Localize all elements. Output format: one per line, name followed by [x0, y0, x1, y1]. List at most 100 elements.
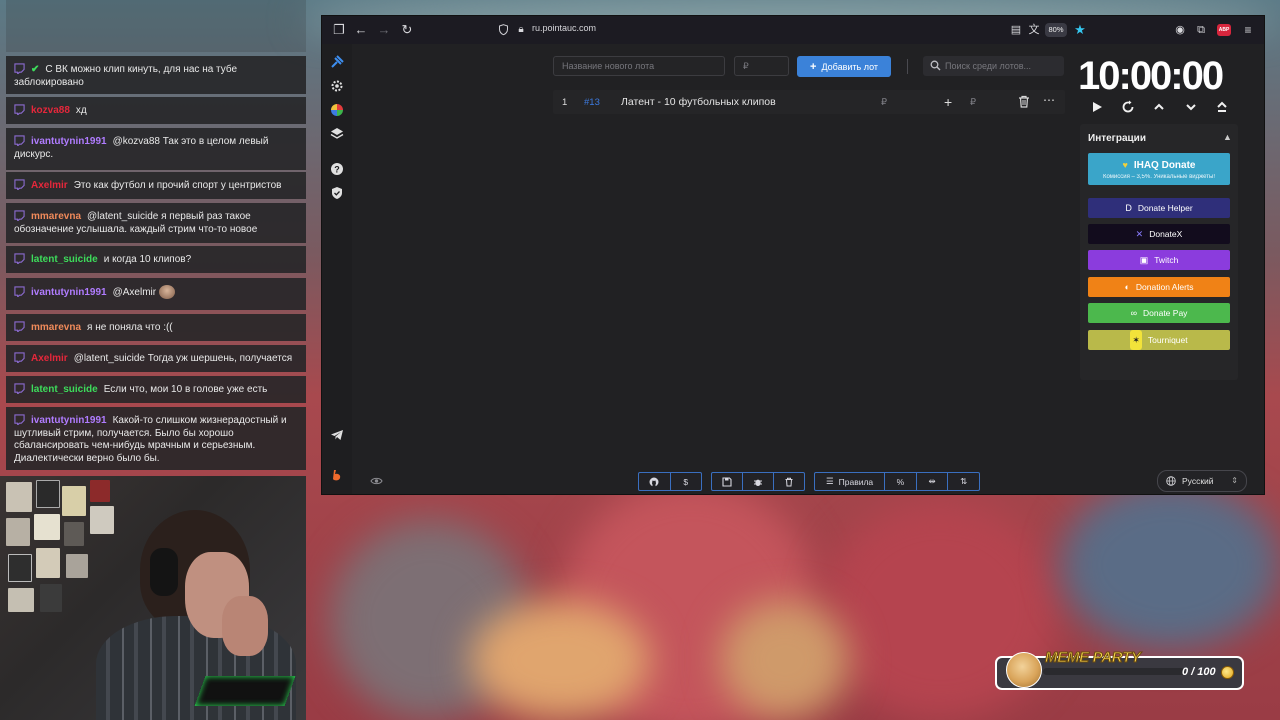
auction-gavel-icon[interactable] [330, 55, 344, 69]
forward-icon[interactable]: → [376, 22, 392, 38]
shield-check-icon[interactable] [330, 186, 344, 200]
lot-row[interactable]: 1 #13 Латент - 10 футбольных клипов ₽ + … [553, 90, 1065, 114]
new-lot-price-input[interactable] [734, 56, 789, 76]
toolbar-divider [907, 59, 908, 74]
wheel-icon[interactable] [330, 103, 344, 117]
chat-message: latent_suicide Если что, мои 10 в голове … [6, 376, 306, 403]
twitch-icon [14, 286, 25, 297]
chat-username[interactable]: kozva88 [31, 105, 70, 116]
meme-party-widget: MEME PARTY 0 / 100 [995, 649, 1244, 690]
reader-view-icon[interactable]: ▤ [1008, 22, 1024, 38]
chat-username[interactable]: Axelmir [31, 353, 68, 364]
search-icon [930, 60, 941, 71]
save-icon[interactable] [712, 473, 743, 490]
help-icon[interactable]: ? [330, 162, 344, 176]
add-amount-icon[interactable]: + [944, 94, 952, 110]
reset-timer-icon[interactable] [1120, 99, 1136, 115]
lot-amount[interactable]: ₽ [881, 97, 887, 108]
back-icon[interactable]: ← [353, 22, 369, 38]
github-icon[interactable] [639, 473, 671, 490]
globe-icon [1166, 476, 1176, 486]
lot-id[interactable]: #13 [584, 97, 600, 108]
chat-username[interactable]: mmarevna [31, 322, 81, 333]
sort-icon[interactable]: ⇅ [948, 473, 979, 490]
donate-helper-button[interactable]: D Donate Helper [1088, 198, 1230, 218]
play-icon[interactable] [1089, 99, 1105, 115]
lot-position: 1 [562, 97, 568, 108]
chat-text: и когда 10 клипов? [103, 254, 192, 265]
donation-alerts-button[interactable]: ◐ Donation Alerts [1088, 277, 1230, 297]
extensions-puzzle-icon[interactable]: ⧉ [1193, 22, 1209, 38]
lot-add-amount-input[interactable]: ₽ [970, 97, 976, 108]
new-lot-name-input[interactable] [553, 56, 725, 76]
lot-search-field[interactable] [923, 56, 1064, 76]
chevron-up-icon[interactable] [1151, 99, 1167, 115]
lot-name[interactable]: Латент - 10 футбольных клипов [621, 96, 776, 108]
bookmark-star-icon[interactable]: ★ [1072, 22, 1088, 38]
shield-icon[interactable] [498, 21, 514, 39]
reload-icon[interactable]: ↻ [399, 22, 415, 38]
layers-icon[interactable] [330, 127, 344, 141]
chat-user-badge: ✔ [31, 64, 40, 75]
telegram-icon[interactable] [330, 428, 344, 442]
lot-search-input[interactable] [945, 56, 1059, 76]
browser-toolbar: ❐ ← → ↻ 🔒︎ ru.pointauc.com ▤ 文 80% ★ ◉ ⧉… [322, 16, 1264, 44]
bug-report-icon[interactable] [743, 473, 774, 490]
delete-lot-icon[interactable] [1018, 95, 1030, 108]
twitch-icon [14, 414, 25, 425]
percent-icon[interactable]: % [885, 473, 917, 490]
chat-username[interactable]: ivantutynin1991 [31, 287, 107, 298]
chat-username[interactable]: Axelmir [31, 180, 68, 191]
links-group: $ [638, 472, 702, 491]
chat-text: С ВК можно клип кинуть, для нас на тубе … [14, 64, 238, 88]
donatex-button[interactable]: ✕ DonateX [1088, 224, 1230, 244]
browser-window: ❐ ← → ↻ 🔒︎ ru.pointauc.com ▤ 文 80% ★ ◉ ⧉… [322, 16, 1264, 494]
meme-party-title: MEME PARTY [1045, 649, 1142, 667]
chat-message: ivantutynin1991 @kozva88 Так это в целом … [6, 128, 306, 170]
split-icon[interactable]: ⇹ [917, 473, 949, 490]
add-lot-button[interactable]: + Добавить лот [797, 56, 891, 77]
donate-dollar-icon[interactable]: $ [671, 473, 702, 490]
double-chevron-up-icon[interactable] [1214, 99, 1230, 115]
language-select[interactable]: Русский ⇕ [1157, 470, 1247, 492]
donate-pay-icon: ∞ [1130, 308, 1137, 318]
settings-gear-icon[interactable] [330, 79, 344, 93]
adblock-icon[interactable]: ABP [1217, 24, 1231, 36]
chat-text: я не поняла что :(( [87, 322, 173, 333]
chat-username[interactable]: ivantutynin1991 [31, 136, 107, 147]
address-bar[interactable]: ru.pointauc.com [532, 23, 596, 33]
donate-pay-button[interactable]: ∞ Donate Pay [1088, 303, 1230, 323]
webcam-feed [0, 476, 306, 720]
ihaq-donate-button[interactable]: ♥ IHAQ Donate Комиссия – 3,5%. Уникальные… [1088, 153, 1230, 185]
chat-username[interactable]: latent_suicide [31, 254, 98, 265]
chat-text: @latent_suicide Тогда уж шершень, получа… [73, 353, 293, 364]
zoom-level-badge[interactable]: 80% [1045, 23, 1067, 37]
translate-icon[interactable]: 文 [1026, 22, 1042, 38]
list-icon: ☰ [826, 476, 834, 486]
rules-button[interactable]: ☰ Правила [815, 473, 886, 490]
chat-message: ✔ С ВК можно клип кинуть, для нас на тубе… [6, 56, 306, 94]
emote-icon [159, 285, 176, 299]
integration-label: Twitch [1154, 255, 1179, 265]
collapse-chevron-icon[interactable]: ▲ [1223, 132, 1232, 142]
chevron-down-icon[interactable] [1183, 99, 1199, 115]
ihaq-title: IHAQ Donate [1133, 160, 1196, 171]
integration-label: Donate Pay [1143, 308, 1188, 318]
boosty-icon[interactable] [330, 468, 344, 482]
extension-icon[interactable]: ◉ [1172, 22, 1188, 38]
more-options-icon[interactable]: ⋯ [1043, 93, 1055, 107]
clear-all-icon[interactable] [774, 473, 804, 490]
chat-faded-message [6, 0, 306, 52]
chat-username[interactable]: ivantutynin1991 [31, 415, 107, 426]
chat-message: latent_suicide и когда 10 клипов? [6, 246, 306, 273]
twitch-icon [14, 352, 25, 363]
eye-icon[interactable] [370, 476, 383, 486]
chat-username[interactable]: mmarevna [31, 211, 81, 222]
tourniquet-button[interactable]: ✶ Tourniquet [1088, 330, 1230, 350]
chat-username[interactable]: latent_suicide [31, 384, 98, 395]
menu-icon[interactable]: ≡ [1240, 22, 1256, 38]
ukraine-heart-icon: ♥ [1122, 160, 1128, 170]
sidebar-toggle-icon[interactable]: ❐ [331, 22, 347, 38]
lock-icon[interactable]: 🔒︎ [513, 22, 529, 38]
twitch-button[interactable]: ▣ Twitch [1088, 250, 1230, 270]
